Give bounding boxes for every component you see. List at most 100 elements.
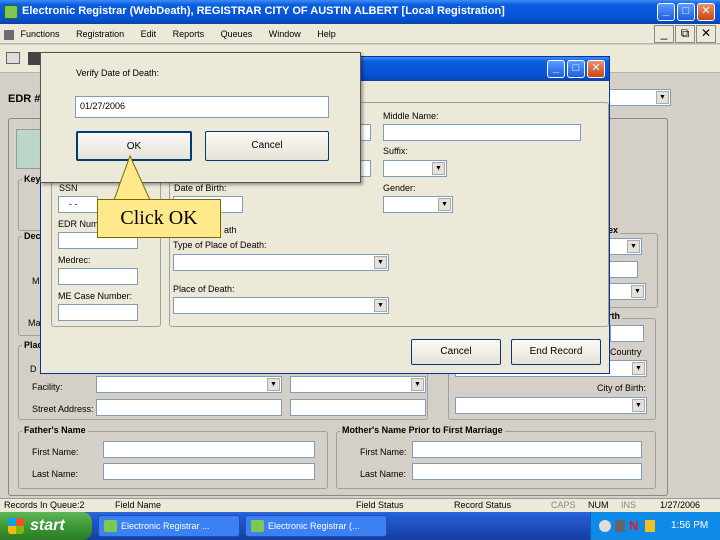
record-dialog-close-button[interactable]: ✕ [587,60,605,78]
app-icon [4,5,18,19]
taskbar-item-2[interactable]: Electronic Registrar (... [245,515,387,537]
mother-last-name-label: Last Name: [360,469,407,479]
verify-cancel-button[interactable]: Cancel [205,131,329,161]
right-combo-1[interactable]: ▼ [606,238,642,255]
menu-reports[interactable]: Reports [173,29,205,39]
right-combo-2[interactable]: ▼ [606,283,646,300]
chevron-down-icon: ▼ [267,378,280,391]
facility-combo-2[interactable]: ▼ [290,376,426,393]
ssn-label: SSN [59,183,78,193]
close-button[interactable]: ✕ [697,3,715,21]
me-case-number-field[interactable] [58,304,138,321]
chevron-down-icon: ▼ [631,285,644,298]
chevron-down-icon: ▼ [656,91,669,104]
status-field-status: Field Status [356,500,404,510]
status-record-status: Record Status [454,500,512,510]
menu-help[interactable]: Help [317,29,336,39]
verify-date-label: Verify Date of Death: [76,68,160,78]
tray-icon[interactable]: N [629,518,638,534]
edr-label: EDR # [8,93,41,105]
mdi-restore-button[interactable]: ⧉ [675,25,695,43]
tray-icon[interactable] [599,520,611,532]
taskbar-item-1-label: Electronic Registrar ... [121,521,210,531]
father-last-name-field[interactable] [103,463,315,480]
status-records-in-queue: Records In Queue:2 [4,500,85,510]
end-record-button[interactable]: End Record [511,339,601,365]
suffix-label: Suffix: [383,146,408,156]
street-address-label: Street Address: [32,404,94,414]
menu-queues[interactable]: Queues [221,29,253,39]
tray-icon[interactable] [615,520,625,532]
right-field-2[interactable] [610,325,644,342]
status-caps: CAPS [551,500,576,510]
start-button[interactable]: start [0,512,92,540]
status-bar: Records In Queue:2 Field Name Field Stat… [0,498,720,512]
facility-label: Facility: [32,382,63,392]
father-first-name-field[interactable] [103,441,315,458]
chevron-down-icon: ▼ [632,399,645,412]
menu-window[interactable]: Window [269,29,301,39]
start-label: start [30,517,65,534]
chevron-down-icon: ▼ [374,299,387,312]
edr-combo[interactable]: ▼ [605,89,671,106]
verify-date-value: 01/27/2006 [80,101,126,111]
chevron-down-icon: ▼ [432,162,445,175]
menu-functions[interactable]: Functions [21,29,60,39]
click-ok-callout: Click OK [97,199,221,238]
chevron-down-icon: ▼ [627,240,640,253]
save-icon[interactable] [28,52,40,65]
gender-label: Gender: [383,183,416,193]
father-last-name-label: Last Name: [32,469,79,479]
street-address-field[interactable] [96,399,282,416]
tray-icon[interactable] [645,520,655,532]
status-ins: INS [621,500,637,510]
menu-edit[interactable]: Edit [141,29,157,39]
print-icon[interactable] [6,52,20,64]
ssn-field[interactable]: - - [58,196,98,213]
city-of-birth-label: City of Birth: [597,383,647,393]
mother-first-name-field[interactable] [412,441,642,458]
record-dialog-minimize-button[interactable]: _ [547,60,565,78]
right-field-1[interactable] [606,261,638,278]
verify-date-field[interactable]: 01/27/2006 [75,96,329,118]
ssn-value: - - [69,199,78,209]
header-band [16,129,41,169]
type-of-place-combo[interactable]: ▼ [173,254,389,271]
app-titlebar: Electronic Registrar (WebDeath), REGISTR… [0,0,720,24]
callout-pointer [113,154,151,201]
middle-name-field[interactable] [383,124,581,141]
menu-registration[interactable]: Registration [76,29,124,39]
mdi-minimize-button[interactable]: _ [654,25,674,43]
taskbar-item-1[interactable]: Electronic Registrar ... [98,515,240,537]
suffix-combo[interactable]: ▼ [383,160,447,177]
menu-bar: Functions Registration Edit Reports Queu… [0,24,720,44]
left-label-m: M [32,276,40,286]
place-of-death-label: Place of Death: [173,284,235,294]
facility-combo[interactable]: ▼ [96,376,282,393]
gender-combo[interactable]: ▼ [383,196,453,213]
mother-last-name-field[interactable] [412,463,642,480]
app-icon [104,520,117,532]
street-address-field-2[interactable] [290,399,426,416]
system-tray: N 1:56 PM [590,512,720,540]
record-dialog-maximize-button[interactable]: □ [567,60,585,78]
chevron-down-icon: ▼ [411,378,424,391]
chevron-down-icon: ▼ [374,256,387,269]
app-title: Electronic Registrar (WebDeath), REGISTR… [22,5,505,17]
minimize-button[interactable]: _ [657,3,675,21]
maximize-button[interactable]: □ [677,3,695,21]
chevron-down-icon: ▼ [438,198,451,211]
status-field-name: Field Name [115,500,162,510]
mdi-close-button[interactable]: ✕ [696,25,716,43]
record-cancel-button[interactable]: Cancel [411,339,501,365]
date-of-birth-label: Date of Birth: [174,183,227,193]
medrec-field[interactable] [58,268,138,285]
mother-first-name-label: First Name: [360,447,407,457]
windows-logo-icon [8,518,24,534]
status-num: NUM [588,500,609,510]
father-first-name-label: First Name: [32,447,79,457]
middle-name-label: Middle Name: [383,111,439,121]
status-date: 1/27/2006 [660,500,701,510]
city-of-birth-combo[interactable]: ▼ [455,397,647,414]
place-of-death-combo[interactable]: ▼ [173,297,389,314]
